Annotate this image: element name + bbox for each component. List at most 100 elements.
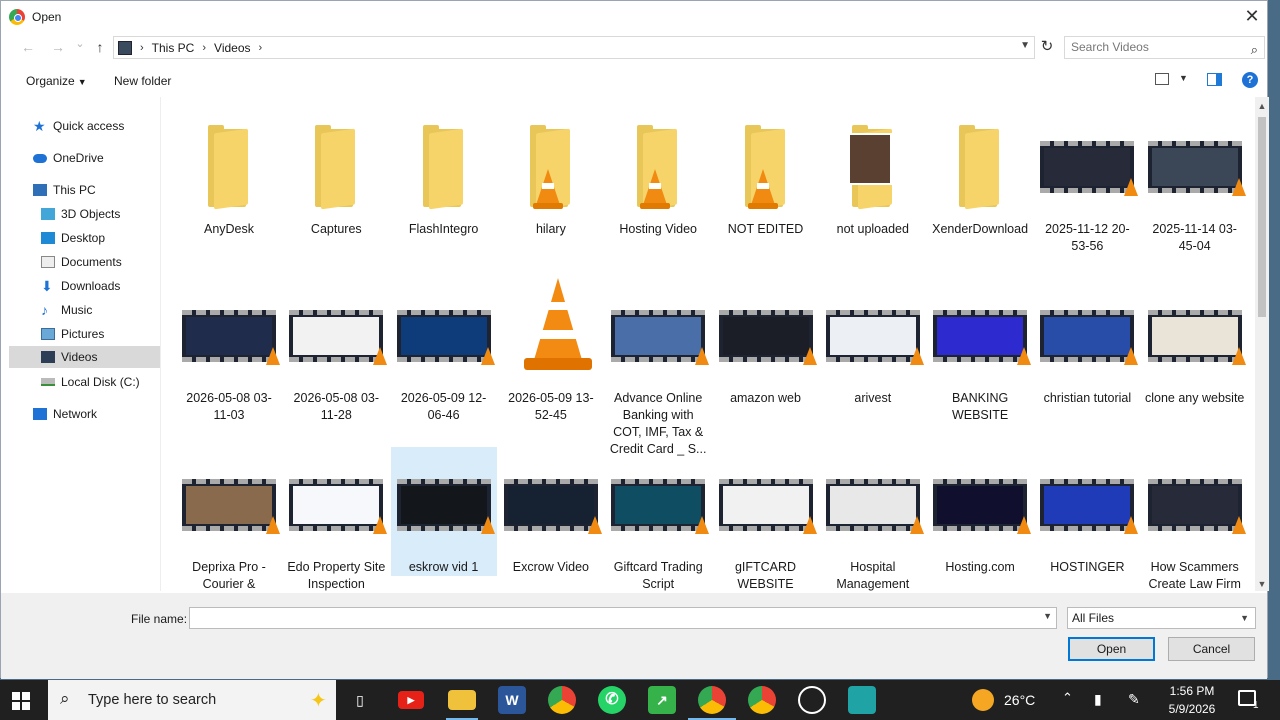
file-item[interactable]: Deprixa Pro - Courier & Logistics System… xyxy=(176,447,282,591)
address-bar[interactable]: › This PC › Videos › ▼ xyxy=(113,36,1035,59)
scrollbar-thumb[interactable] xyxy=(1258,117,1266,317)
recent-locations-icon[interactable]: ⌄ xyxy=(69,37,91,50)
vlc-badge-icon xyxy=(1124,516,1139,534)
vlc-badge-icon xyxy=(480,347,495,365)
clock-time[interactable]: 1:56 PM xyxy=(1166,684,1218,698)
sidebar-item-this-pc[interactable]: This PC xyxy=(33,179,153,201)
file-item[interactable]: Captures xyxy=(283,109,389,238)
vertical-scrollbar[interactable]: ▲ ▼ xyxy=(1255,97,1269,591)
video-thumbnail xyxy=(611,310,710,365)
file-item[interactable]: 2026-05-08 03-11-03 xyxy=(176,278,282,424)
chrome-profile-icon[interactable] xyxy=(748,686,776,714)
file-item[interactable]: 2026-05-09 13-52-45 xyxy=(498,278,604,424)
file-explorer-icon[interactable] xyxy=(448,690,476,710)
file-item[interactable]: Excrow Video xyxy=(498,447,604,576)
file-item[interactable]: eskrow vid 1 xyxy=(390,447,497,576)
new-folder-button[interactable]: New folder xyxy=(114,74,171,88)
star-icon: ★ xyxy=(33,118,46,134)
organize-menu[interactable]: Organize ▼ xyxy=(26,74,87,88)
file-item[interactable]: Hosting.com xyxy=(927,447,1033,576)
file-item[interactable]: HOSTINGER xyxy=(1034,447,1140,576)
temperature[interactable]: 26°C xyxy=(1004,692,1035,708)
sidebar-item-onedrive[interactable]: OneDrive xyxy=(33,147,153,169)
sidebar-item-local-disk[interactable]: Local Disk (C:) xyxy=(41,371,153,393)
search-input[interactable]: Search Videos ⌕ xyxy=(1064,36,1265,59)
file-item[interactable]: FlashIntegro xyxy=(391,109,497,238)
file-name: clone any website xyxy=(1145,391,1245,405)
scroll-up-icon[interactable]: ▲ xyxy=(1255,101,1269,111)
video-thumbnail xyxy=(1147,479,1246,534)
sidebar-item-desktop[interactable]: Desktop xyxy=(41,227,153,249)
breadcrumb-videos[interactable]: Videos xyxy=(214,41,250,55)
file-name: Giftcard Trading Script xyxy=(613,560,703,591)
chrome-profile-icon[interactable] xyxy=(698,686,726,714)
vlc-cone-icon xyxy=(750,169,775,205)
chrome-app-icon[interactable] xyxy=(548,686,576,714)
sidebar-item-documents[interactable]: Documents xyxy=(41,251,153,273)
up-arrow-icon[interactable]: ↑ xyxy=(89,39,111,55)
vlc-badge-icon xyxy=(909,516,924,534)
file-name-dropdown-icon[interactable]: ▼ xyxy=(1043,611,1052,621)
breadcrumb-this-pc[interactable]: This PC xyxy=(152,41,195,55)
file-item[interactable]: Advance Online Banking with COT, IMF, Ta… xyxy=(605,278,711,458)
battery-icon[interactable]: ▮ xyxy=(1094,691,1102,708)
back-arrow-icon[interactable]: ← xyxy=(17,39,39,55)
sidebar-item-quick-access[interactable]: ★ Quick access xyxy=(33,115,153,137)
sidebar-item-network[interactable]: Network xyxy=(33,403,153,425)
scroll-down-icon[interactable]: ▼ xyxy=(1255,579,1269,589)
help-icon[interactable]: ? xyxy=(1242,72,1258,88)
clock-date[interactable]: 5/9/2026 xyxy=(1166,702,1218,716)
preview-pane-icon[interactable] xyxy=(1207,73,1222,86)
video-thumbnail xyxy=(1147,310,1246,365)
refresh-icon[interactable]: ↻ xyxy=(1037,37,1057,59)
file-item[interactable]: 2025-11-14 03-45-04 xyxy=(1142,109,1248,255)
chart-app-icon[interactable]: ↗ xyxy=(648,686,676,714)
open-button[interactable]: Open xyxy=(1068,637,1155,661)
close-button[interactable]: ✕ xyxy=(1241,5,1263,27)
tray-overflow-icon[interactable]: ⌃ xyxy=(1062,690,1073,706)
sidebar-item-3d-objects[interactable]: 3D Objects xyxy=(41,203,153,225)
file-item[interactable]: Giftcard Trading Script xyxy=(605,447,711,591)
cancel-button[interactable]: Cancel xyxy=(1168,637,1255,661)
file-item[interactable]: How Scammers Create Law Firm Website xyxy=(1142,447,1248,591)
file-item[interactable]: Edo Property Site Inspection xyxy=(283,447,389,591)
sidebar-item-pictures[interactable]: Pictures xyxy=(41,323,153,345)
file-item[interactable]: clone any website xyxy=(1142,278,1248,407)
file-type-select[interactable]: All Files ▼ xyxy=(1067,607,1256,629)
sidebar-item-downloads[interactable]: ⬇ Downloads xyxy=(41,275,153,297)
file-item[interactable]: BANKING WEBSITE xyxy=(927,278,1033,424)
file-item[interactable]: 2026-05-09 12-06-46 xyxy=(391,278,497,424)
windows-start-icon[interactable] xyxy=(12,692,30,710)
vlc-badge-icon xyxy=(1231,516,1246,534)
taskbar-search-box[interactable]: ⌕ Type here to search ✦ xyxy=(48,680,336,720)
file-item[interactable]: not uploaded xyxy=(820,109,926,238)
forward-arrow-icon[interactable]: → xyxy=(47,39,69,55)
file-item[interactable]: hilary xyxy=(498,109,604,238)
address-dropdown-icon[interactable]: ▼ xyxy=(1020,40,1030,51)
sidebar-item-music[interactable]: ♪ Music xyxy=(41,299,153,321)
file-item[interactable]: XenderDownload xyxy=(927,109,1033,238)
weather-icon[interactable] xyxy=(972,689,994,711)
view-dropdown-icon[interactable]: ▼ xyxy=(1179,73,1188,83)
file-item[interactable]: 2026-05-08 03-11-28 xyxy=(283,278,389,424)
sidebar-item-videos[interactable]: Videos xyxy=(9,346,160,368)
pen-icon[interactable]: ✎ xyxy=(1128,691,1140,708)
youtube-icon[interactable]: ▶ xyxy=(398,691,424,709)
view-options-icon[interactable] xyxy=(1155,73,1169,85)
task-view-icon[interactable]: ▯ xyxy=(346,686,374,714)
file-item[interactable]: NOT EDITED xyxy=(713,109,819,238)
title-bar: Open xyxy=(1,1,1267,33)
whatsapp-icon[interactable]: ✆ xyxy=(598,686,626,714)
file-name-input[interactable]: ▼ xyxy=(189,607,1057,629)
file-item[interactable]: amazon web xyxy=(713,278,819,407)
file-item[interactable]: christian tutorial xyxy=(1034,278,1140,407)
word-icon[interactable]: W xyxy=(498,686,526,714)
file-item[interactable]: Hosting Video xyxy=(605,109,711,238)
screen-recorder-icon[interactable] xyxy=(848,686,876,714)
file-item[interactable]: 2025-11-12 20-53-56 xyxy=(1034,109,1140,255)
clock-app-icon[interactable] xyxy=(798,686,826,714)
file-item[interactable]: gIFTCARD WEBSITE SCRIPT xyxy=(713,447,819,591)
file-item[interactable]: arivest xyxy=(820,278,926,407)
file-item[interactable]: Hospital Management Script xyxy=(820,447,926,591)
file-item[interactable]: AnyDesk xyxy=(176,109,282,238)
